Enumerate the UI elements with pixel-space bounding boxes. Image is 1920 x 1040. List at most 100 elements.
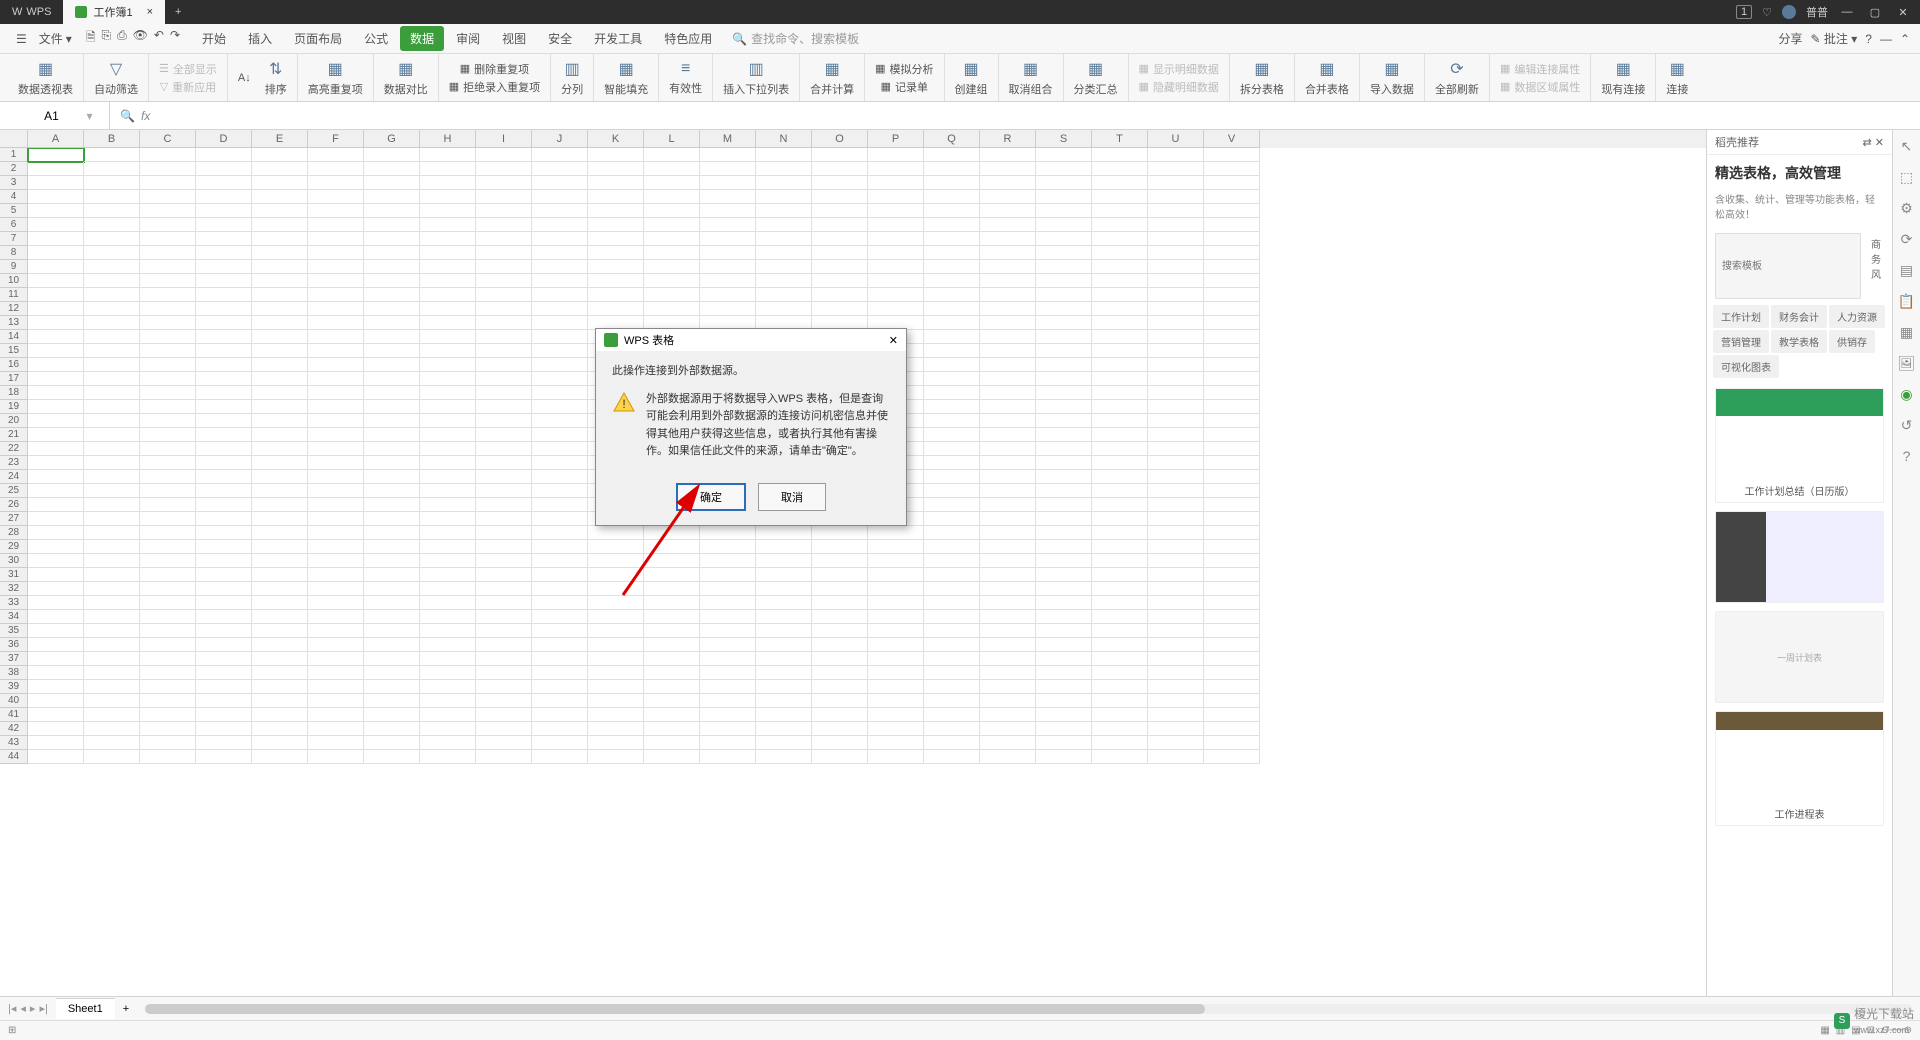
cell[interactable] xyxy=(196,260,252,274)
cell[interactable] xyxy=(812,232,868,246)
row-header[interactable]: 14 xyxy=(0,330,28,344)
cell[interactable] xyxy=(812,638,868,652)
cell[interactable] xyxy=(308,568,364,582)
cell[interactable] xyxy=(924,218,980,232)
cell[interactable] xyxy=(756,470,812,484)
cell[interactable] xyxy=(924,428,980,442)
cell[interactable] xyxy=(924,666,980,680)
import-data-button[interactable]: ▦导入数据 xyxy=(1366,57,1418,99)
cell[interactable] xyxy=(28,624,84,638)
cell[interactable] xyxy=(812,554,868,568)
cell[interactable] xyxy=(812,162,868,176)
cell[interactable] xyxy=(1092,582,1148,596)
cell[interactable] xyxy=(140,582,196,596)
cell[interactable] xyxy=(644,484,700,498)
cell[interactable] xyxy=(196,274,252,288)
cell[interactable] xyxy=(980,680,1036,694)
cell[interactable] xyxy=(980,260,1036,274)
column-header[interactable]: H xyxy=(420,130,476,148)
cell[interactable] xyxy=(476,526,532,540)
cell[interactable] xyxy=(812,372,868,386)
cell[interactable] xyxy=(420,666,476,680)
row-header[interactable]: 7 xyxy=(0,232,28,246)
cell[interactable] xyxy=(84,288,140,302)
cell[interactable] xyxy=(700,260,756,274)
cell[interactable] xyxy=(28,750,84,764)
cell[interactable] xyxy=(1092,204,1148,218)
cell[interactable] xyxy=(700,190,756,204)
badge[interactable]: 1 xyxy=(1736,5,1752,19)
cell[interactable] xyxy=(1204,288,1260,302)
cell[interactable] xyxy=(1036,232,1092,246)
cell[interactable] xyxy=(532,204,588,218)
cell[interactable] xyxy=(812,190,868,204)
column-header[interactable]: E xyxy=(252,130,308,148)
cell[interactable] xyxy=(700,302,756,316)
cell[interactable] xyxy=(980,568,1036,582)
cell[interactable] xyxy=(644,246,700,260)
tag[interactable]: 可视化图表 xyxy=(1713,355,1779,378)
cell[interactable] xyxy=(532,540,588,554)
notification-icon[interactable]: ♡ xyxy=(1762,6,1772,19)
cell[interactable] xyxy=(700,204,756,218)
cell[interactable] xyxy=(196,512,252,526)
cell[interactable] xyxy=(1204,190,1260,204)
cell[interactable] xyxy=(588,470,644,484)
row-header[interactable]: 43 xyxy=(0,736,28,750)
cell[interactable] xyxy=(924,176,980,190)
cell[interactable] xyxy=(756,232,812,246)
auto-filter-button[interactable]: ▽自动筛选 xyxy=(90,57,142,99)
cell[interactable] xyxy=(364,652,420,666)
cell[interactable] xyxy=(308,330,364,344)
column-header[interactable]: N xyxy=(756,130,812,148)
cell[interactable] xyxy=(700,610,756,624)
cell[interactable] xyxy=(196,302,252,316)
cell[interactable] xyxy=(868,708,924,722)
search-fx-icon[interactable]: 🔍 xyxy=(120,109,135,123)
cell[interactable] xyxy=(84,428,140,442)
cell[interactable] xyxy=(868,428,924,442)
cell[interactable] xyxy=(364,386,420,400)
cell[interactable] xyxy=(924,414,980,428)
cell[interactable] xyxy=(980,400,1036,414)
sort-button[interactable]: ⇅排序 xyxy=(261,57,291,99)
hamburger-icon[interactable]: ☰ xyxy=(10,32,33,46)
cell[interactable] xyxy=(1148,372,1204,386)
cell[interactable] xyxy=(588,288,644,302)
cell[interactable] xyxy=(532,680,588,694)
cell[interactable] xyxy=(1036,288,1092,302)
cell[interactable] xyxy=(84,176,140,190)
cell[interactable] xyxy=(1036,428,1092,442)
tab-formula[interactable]: 公式 xyxy=(354,26,398,51)
cell[interactable] xyxy=(868,190,924,204)
cell[interactable] xyxy=(196,456,252,470)
cell[interactable] xyxy=(1036,596,1092,610)
cell[interactable] xyxy=(532,694,588,708)
cell[interactable] xyxy=(700,456,756,470)
cell[interactable] xyxy=(1204,162,1260,176)
cell[interactable] xyxy=(868,624,924,638)
row-header[interactable]: 38 xyxy=(0,666,28,680)
cell[interactable] xyxy=(812,694,868,708)
cell[interactable] xyxy=(1148,204,1204,218)
cell[interactable] xyxy=(420,554,476,568)
cell[interactable] xyxy=(924,638,980,652)
cell[interactable] xyxy=(196,442,252,456)
cell[interactable] xyxy=(1148,750,1204,764)
cell[interactable] xyxy=(644,582,700,596)
cell[interactable] xyxy=(196,218,252,232)
cell[interactable] xyxy=(588,386,644,400)
cell[interactable] xyxy=(308,386,364,400)
row-header[interactable]: 36 xyxy=(0,638,28,652)
sheet-tab[interactable]: Sheet1 xyxy=(56,998,115,1019)
cell[interactable] xyxy=(28,162,84,176)
cell[interactable] xyxy=(868,736,924,750)
cell[interactable] xyxy=(28,344,84,358)
cell[interactable] xyxy=(812,568,868,582)
panel-close-icon[interactable]: ✕ xyxy=(1875,137,1884,149)
cell[interactable] xyxy=(308,344,364,358)
cell[interactable] xyxy=(420,358,476,372)
cell[interactable] xyxy=(756,456,812,470)
cell[interactable] xyxy=(924,750,980,764)
cell[interactable] xyxy=(140,624,196,638)
